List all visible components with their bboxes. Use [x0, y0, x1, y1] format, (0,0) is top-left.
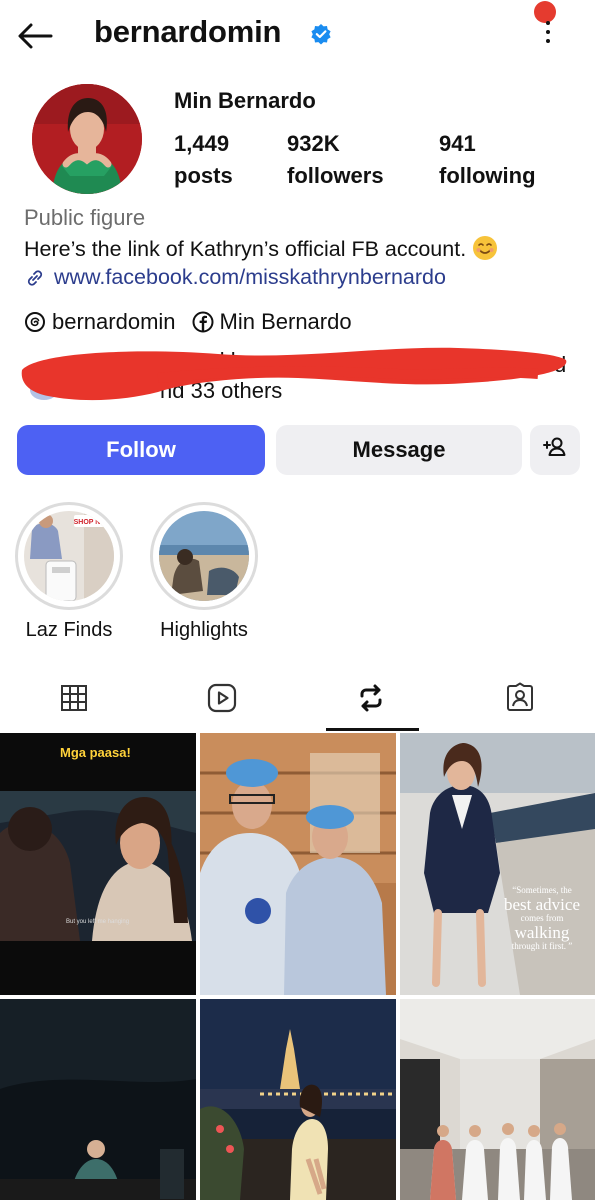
tab-reels[interactable]: [148, 665, 296, 731]
post-tile[interactable]: [400, 999, 595, 1200]
link-icon: [27, 269, 43, 286]
profile-username: bernardomin: [94, 14, 282, 49]
reposts-icon: [360, 684, 382, 712]
stat-following[interactable]: 941 following: [439, 128, 536, 192]
social-links: bernardomin Min Bernardo: [24, 309, 352, 335]
post-tile[interactable]: “Sometimes, the best advice comes from w…: [400, 733, 595, 995]
highlight-ring: [150, 502, 258, 610]
redaction-scribble: [21, 347, 567, 401]
link-text: www.facebook.com/misskathrynbernardo: [54, 265, 446, 289]
tab-posts-grid[interactable]: [0, 665, 148, 731]
reels-icon: [207, 683, 237, 713]
highlight-label: Laz Finds: [25, 619, 113, 641]
display-name: Min Bernardo: [174, 88, 316, 113]
smiling-face-emoji-icon: [472, 235, 498, 261]
highlight-ring: SHOP NOW: [15, 502, 123, 610]
post-subtitle: But you left me hanging: [66, 919, 130, 925]
active-tab-indicator: [326, 728, 419, 731]
highlight-thumbnail: [159, 511, 249, 601]
stat-value: 1,449: [174, 131, 230, 156]
highlight-highlights[interactable]: Highlights: [149, 502, 259, 642]
stat-label: following: [439, 163, 536, 188]
post-quote: “Sometimes, the best advice comes from w…: [492, 885, 592, 952]
quote-line: best advice: [504, 895, 580, 914]
stat-label: posts: [174, 163, 233, 188]
profile-link[interactable]: www.facebook.com/misskathrynbernardo: [24, 265, 446, 290]
post-tile[interactable]: [200, 733, 396, 995]
tab-reposts[interactable]: [297, 665, 445, 731]
post-tile[interactable]: [200, 999, 396, 1200]
quote-line: through it first. ”: [511, 941, 573, 951]
tagged-icon: [507, 682, 533, 711]
follow-button[interactable]: Follow: [17, 425, 265, 475]
profile-avatar[interactable]: [32, 84, 142, 194]
message-button[interactable]: Message: [276, 425, 522, 475]
shop-now-badge: SHOP NOW: [74, 519, 113, 526]
highlight-thumbnail: SHOP NOW: [24, 511, 114, 601]
stat-posts[interactable]: 1,449 posts: [174, 128, 233, 192]
stat-followers[interactable]: 932K followers: [287, 128, 384, 192]
facebook-name[interactable]: Min Bernardo: [220, 309, 352, 335]
highlight-label: Highlights: [160, 619, 248, 641]
threads-handle[interactable]: bernardomin: [52, 309, 176, 335]
post-caption: Mga paasa!: [60, 745, 131, 760]
profile-tabs: [0, 665, 595, 731]
stat-value: 932K: [287, 131, 340, 156]
quote-line: walking: [514, 923, 570, 942]
top-bar: bernardomin: [0, 0, 595, 72]
kebab-menu-icon[interactable]: [538, 18, 558, 50]
stat-label: followers: [287, 163, 384, 188]
highlight-laz-finds[interactable]: SHOP NOW Laz Finds: [14, 502, 124, 642]
bio-text: Here’s the link of Kathryn’s official FB…: [24, 237, 467, 261]
add-person-icon: [542, 434, 568, 466]
profile-category: Public figure: [24, 205, 146, 230]
stat-value: 941: [439, 131, 476, 156]
add-person-button[interactable]: [530, 425, 580, 475]
arrow-left-icon[interactable]: [14, 18, 56, 54]
facebook-icon[interactable]: [192, 311, 214, 333]
profile-bio: Here’s the link of Kathryn’s official FB…: [24, 235, 498, 262]
posts-grid: Mga paasa! But you left me hanging “Some…: [0, 733, 595, 1200]
threads-icon[interactable]: [24, 311, 46, 333]
post-tile[interactable]: Mga paasa! But you left me hanging: [0, 733, 196, 995]
tab-tagged[interactable]: [446, 665, 594, 731]
grid-icon: [61, 685, 87, 711]
post-tile[interactable]: [0, 999, 196, 1200]
verified-badge-icon: [310, 23, 332, 45]
